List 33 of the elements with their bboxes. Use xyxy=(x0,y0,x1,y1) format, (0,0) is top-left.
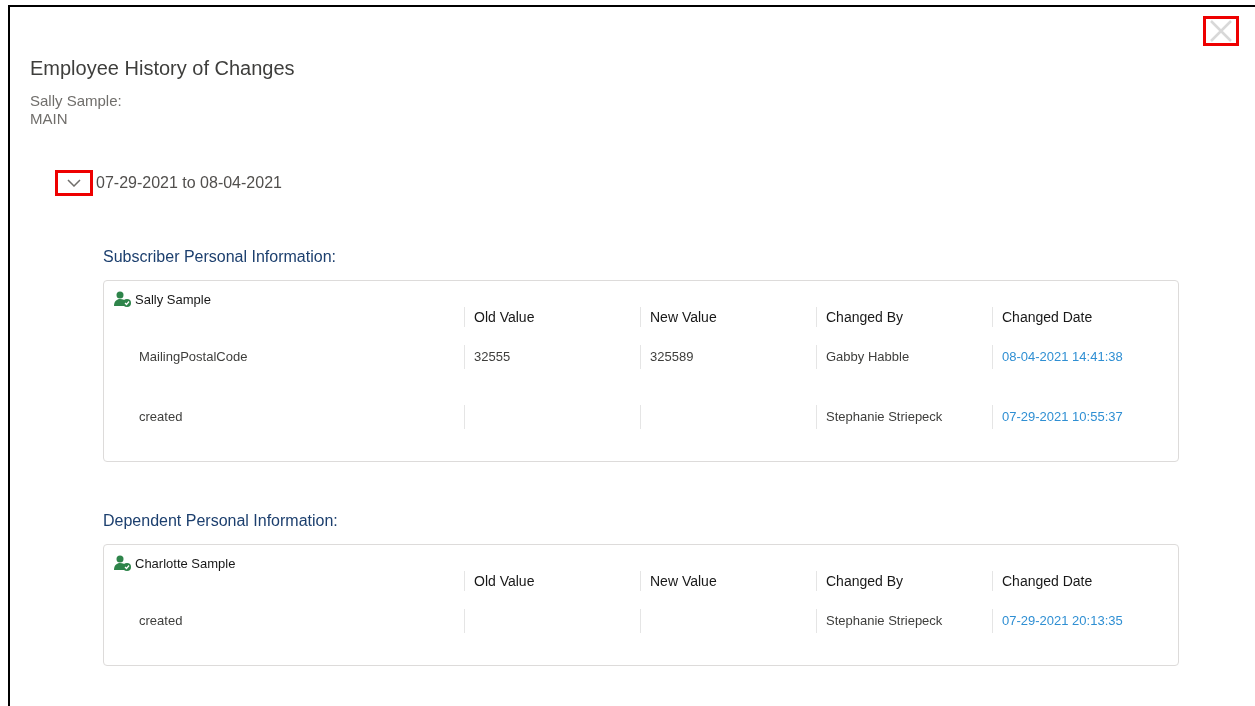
column-header: Changed Date xyxy=(992,571,1178,591)
date-link[interactable]: 08-04-2021 14:41:38 xyxy=(992,345,1178,369)
column-header: New Value xyxy=(640,307,816,327)
table-cell: Gabby Habble xyxy=(816,345,992,369)
table-cell: 325589 xyxy=(640,345,816,369)
subject-name: Sally Sample: xyxy=(30,92,123,110)
date-link[interactable]: 07-29-2021 10:55:37 xyxy=(992,405,1178,429)
date-link[interactable]: 07-29-2021 20:13:35 xyxy=(992,609,1178,633)
table-cell: Stephanie Striepeck xyxy=(816,405,992,429)
section-heading: Dependent Personal Information: xyxy=(103,512,339,530)
column-header: Changed By xyxy=(816,307,992,327)
table-cell-text: created xyxy=(138,612,184,630)
close-button[interactable] xyxy=(1203,16,1239,46)
table-cell: 32555 xyxy=(464,345,640,369)
column-header: New Value xyxy=(640,571,816,591)
column-header: Old Value xyxy=(464,571,640,591)
table-cell-text: created xyxy=(138,408,184,426)
dialog-title: Employee History of Changes xyxy=(30,57,295,80)
chevron-down-icon xyxy=(67,179,81,187)
date-range: 07-29-2021 to 08-04-2021 xyxy=(96,174,282,192)
person-name: Sally Sample xyxy=(135,291,211,307)
table-cell: Stephanie Striepeck xyxy=(816,609,992,633)
plan-label: MAIN xyxy=(30,110,69,128)
close-icon xyxy=(1209,20,1233,42)
column-header: Changed Date xyxy=(992,307,1178,327)
column-header: Old Value xyxy=(464,307,640,327)
person-name: Charlotte Sample xyxy=(135,555,236,571)
column-header: Changed By xyxy=(816,571,992,591)
person-icon xyxy=(114,555,132,571)
section-heading: Subscriber Personal Information: xyxy=(103,248,337,266)
expand-toggle-button[interactable] xyxy=(55,170,93,196)
table-cell-text: MailingPostalCode xyxy=(138,348,249,366)
person-icon xyxy=(114,291,132,307)
